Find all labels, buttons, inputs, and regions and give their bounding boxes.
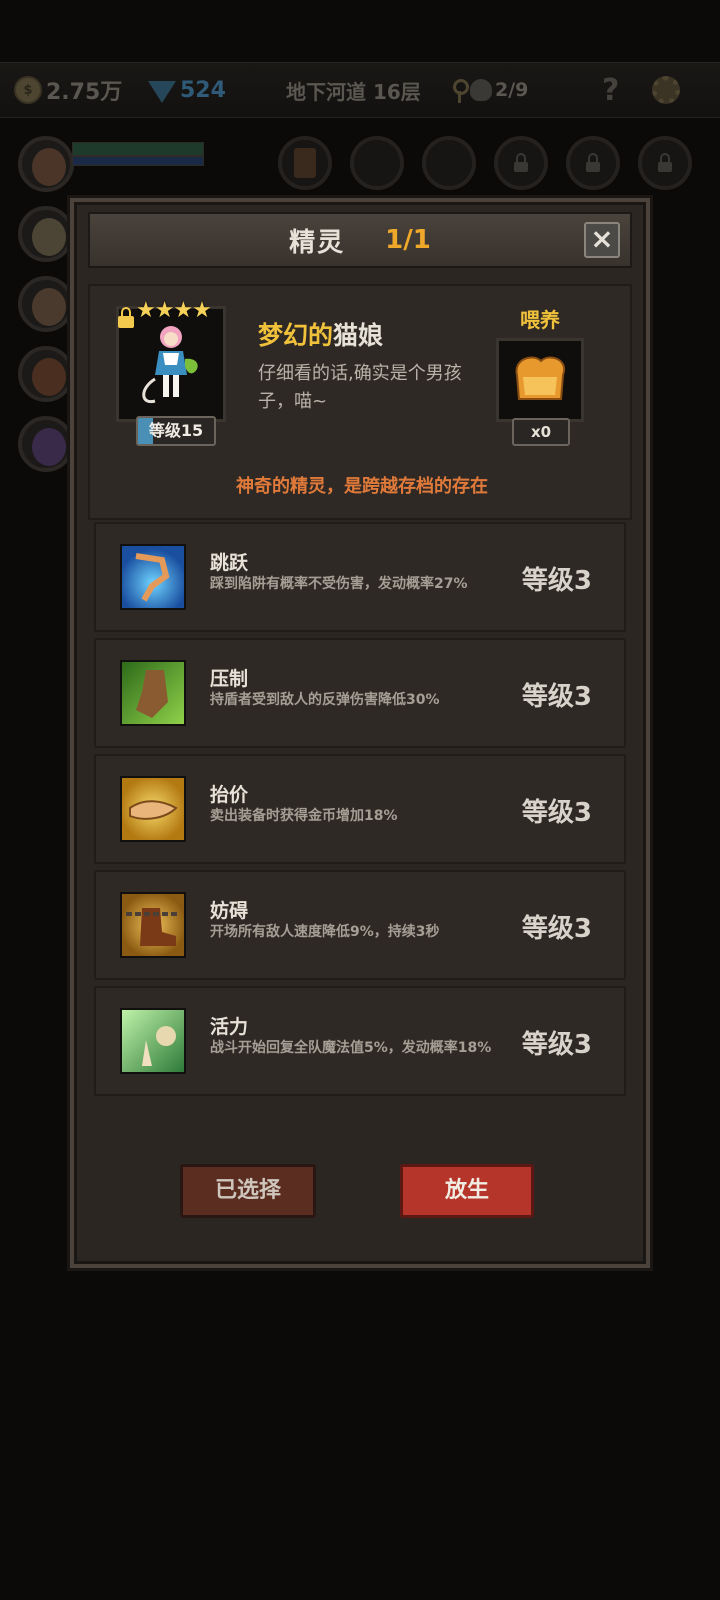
pet-description: 仔细看的话,确实是个男孩子，喵~	[258, 363, 462, 412]
skill-name: 跳跃	[210, 552, 249, 574]
coffin-icon	[294, 148, 316, 178]
bread-icon	[515, 356, 566, 400]
skill-level: 等级3	[521, 914, 592, 944]
party-hero-5[interactable]	[18, 416, 74, 472]
item-slot-2[interactable]	[350, 136, 404, 190]
skill-row-hinder[interactable]: 妨碍 开场所有敌人速度降低9%，持续3秒 等级3	[94, 870, 626, 980]
skill-desc: 开场所有敌人速度降低9%，持续3秒	[210, 924, 440, 940]
skill-name: 活力	[210, 1016, 249, 1038]
coin-icon: $	[14, 76, 42, 104]
gem-counter: 524	[148, 63, 226, 117]
lock-icon	[658, 153, 672, 172]
pet-note: 神奇的精灵，是跨越存档的存在	[236, 476, 488, 497]
location-label: 地下河道 16层	[286, 79, 421, 104]
feed-count: x0	[512, 418, 570, 446]
mp-bar	[72, 156, 204, 166]
skill-desc: 卖出装备时获得金币增加18%	[210, 808, 398, 824]
close-button[interactable]: ×	[584, 222, 620, 258]
skull-icon	[470, 79, 492, 101]
party-hero-3[interactable]	[18, 276, 74, 332]
pet-name: 梦幻的猫娘	[258, 316, 383, 352]
skill-level: 等级3	[521, 566, 592, 596]
raise-price-skill-icon	[120, 776, 186, 842]
hp-bar	[72, 142, 204, 156]
party-hero-2[interactable]	[18, 206, 74, 262]
vitality-skill-icon	[120, 1008, 186, 1074]
jump-skill-icon	[120, 544, 186, 610]
cat-girl-sprite	[142, 326, 198, 404]
skill-name: 压制	[210, 668, 249, 690]
skill-row-suppress[interactable]: 压制 持盾者受到敌人的反弹伤害降低30% 等级3	[94, 638, 626, 748]
gem-icon	[148, 81, 176, 103]
help-button[interactable]: ?	[602, 63, 619, 117]
skill-row-vitality[interactable]: 活力 战斗开始回复全队魔法值5%，发动概率18% 等级3	[94, 986, 626, 1096]
selected-button[interactable]: 已选择	[180, 1164, 316, 1218]
item-slot-6[interactable]	[638, 136, 692, 190]
star-rating: ★★★★	[136, 298, 212, 323]
skill-name: 抬价	[210, 784, 249, 806]
skill-desc: 战斗开始回复全队魔法值5%，发动概率18%	[210, 1040, 492, 1056]
party-hero-1[interactable]	[18, 136, 74, 192]
party-hero-4[interactable]	[18, 346, 74, 402]
pet-dialog: 精灵 1/1 × ★★★★ 等级15 梦幻的猫娘 仔细看的话,确实是个男孩子，喵…	[70, 198, 650, 1268]
kill-counter: 2/9	[452, 63, 528, 117]
feed-button[interactable]	[496, 338, 584, 422]
gold-counter: $ 2.75万	[14, 63, 122, 117]
dialog-title: 精灵	[289, 227, 346, 258]
skill-level: 等级3	[521, 682, 592, 712]
lock-icon	[514, 153, 528, 172]
item-slot-3[interactable]	[422, 136, 476, 190]
skill-row-raise-price[interactable]: 抬价 卖出装备时获得金币增加18% 等级3	[94, 754, 626, 864]
settings-button[interactable]	[652, 63, 680, 117]
skill-name: 妨碍	[210, 900, 249, 922]
skill-row-jump[interactable]: 跳跃 踩到陷阱有概率不受伤害，发动概率27% 等级3	[94, 522, 626, 632]
skill-desc: 踩到陷阱有概率不受伤害，发动概率27%	[210, 576, 468, 592]
pet-name-suffix: 猫娘	[333, 321, 384, 350]
item-slot-1[interactable]	[278, 136, 332, 190]
skill-level: 等级3	[521, 798, 592, 828]
key-icon	[452, 79, 469, 103]
pet-info-panel: ★★★★ 等级15 梦幻的猫娘 仔细看的话,确实是个男孩子，喵~ 喂养 x0 神…	[88, 284, 632, 520]
gear-icon	[652, 76, 680, 104]
feed-label: 喂养	[520, 308, 560, 332]
top-hud: $ 2.75万 524 地下河道 16层 2/9 ?	[0, 62, 720, 118]
hinder-skill-icon	[120, 892, 186, 958]
pet-level-badge: 等级15	[136, 416, 216, 446]
gold-amount: 2.75万	[46, 80, 123, 105]
lock-icon	[586, 153, 600, 172]
help-icon: ?	[602, 72, 620, 108]
pet-name-prefix: 梦幻的	[258, 321, 334, 350]
skill-level: 等级3	[521, 1030, 592, 1060]
item-slot-5[interactable]	[566, 136, 620, 190]
dialog-header: 精灵 1/1 ×	[88, 212, 632, 268]
skill-desc: 持盾者受到敌人的反弹伤害降低30%	[210, 692, 440, 708]
suppress-skill-icon	[120, 660, 186, 726]
pet-count: 1/1	[385, 225, 431, 255]
lock-icon[interactable]	[118, 307, 134, 328]
release-button[interactable]: 放生	[400, 1164, 534, 1218]
gem-amount: 524	[180, 77, 226, 103]
item-slot-4[interactable]	[494, 136, 548, 190]
